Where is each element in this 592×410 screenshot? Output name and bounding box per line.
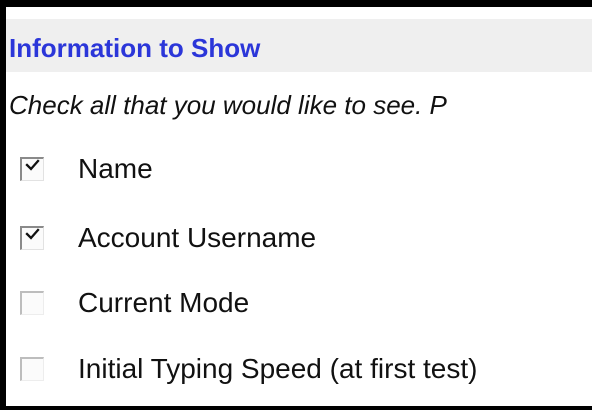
section-header: Information to Show [6,19,592,72]
checkmark-icon [25,228,40,240]
instructions-text: Check all that you would like to see. P [9,90,447,120]
option-initial-typing-speed[interactable]: Initial Typing Speed (at first test) [20,349,477,389]
checkbox-initial-typing-speed[interactable] [20,357,44,381]
option-label-initial-typing-speed: Initial Typing Speed (at first test) [78,353,478,384]
checkmark-icon [25,159,40,171]
option-name[interactable]: Name [20,149,153,189]
checkbox-current-mode[interactable] [20,291,44,315]
checkbox-account-username[interactable] [20,226,44,250]
option-label-name: Name [78,153,153,184]
option-label-account-username: Account Username [78,222,317,253]
option-account-username[interactable]: Account Username [20,218,316,258]
option-current-mode[interactable]: Current Mode [20,283,249,323]
settings-panel: Information to Show Check all that you w… [0,0,592,410]
section-title: Information to Show [9,33,261,63]
option-label-current-mode: Current Mode [78,287,250,318]
checkbox-name[interactable] [20,157,44,181]
